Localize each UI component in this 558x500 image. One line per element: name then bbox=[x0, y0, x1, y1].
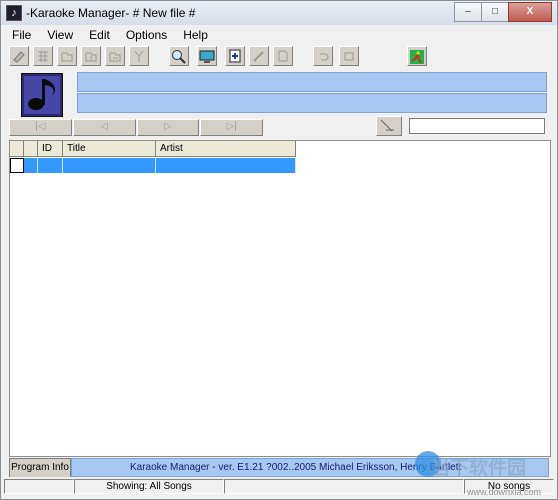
music-note-icon bbox=[22, 74, 62, 116]
row-spacer-cell[interactable] bbox=[24, 158, 38, 173]
title-bar: ♪ -Karaoke Manager- # New file # – □ X bbox=[1, 1, 557, 25]
close-button[interactable]: X bbox=[508, 2, 552, 22]
program-info-tab[interactable]: Program Info bbox=[9, 458, 71, 477]
watermark-url: www.downxia.com bbox=[467, 487, 542, 497]
status-panel-empty bbox=[4, 479, 74, 494]
header-indicator-column bbox=[10, 141, 24, 157]
menu-options[interactable]: Options bbox=[118, 26, 175, 44]
row-id-cell[interactable] bbox=[38, 158, 63, 173]
header-id[interactable]: ID bbox=[38, 141, 63, 157]
toolbar-add-page-icon[interactable] bbox=[225, 46, 245, 66]
toolbar-fork-icon[interactable] bbox=[129, 46, 149, 66]
menu-help[interactable]: Help bbox=[175, 26, 216, 44]
window-title: -Karaoke Manager- # New file # bbox=[26, 6, 196, 20]
status-showing: Showing: All Songs bbox=[74, 479, 224, 494]
toolbar bbox=[9, 46, 429, 68]
table-row[interactable] bbox=[10, 158, 296, 173]
toolbar-page-icon[interactable] bbox=[273, 46, 293, 66]
toolbar-search-icon[interactable] bbox=[169, 46, 189, 66]
filter-button[interactable] bbox=[376, 116, 402, 136]
toolbar-edit-icon[interactable] bbox=[9, 46, 29, 66]
toolbar-grid-icon[interactable] bbox=[33, 46, 53, 66]
row-indicator-cell[interactable] bbox=[10, 158, 24, 173]
row-artist-cell[interactable] bbox=[156, 158, 296, 173]
header-artist[interactable]: Artist bbox=[156, 141, 296, 157]
row-title-cell[interactable] bbox=[63, 158, 156, 173]
menu-file[interactable]: File bbox=[4, 26, 39, 44]
header-spacer-column bbox=[24, 141, 38, 157]
toolbar-folder-icon[interactable] bbox=[57, 46, 77, 66]
navigation-bar: |◁ ◁ ▷ ▷| bbox=[9, 119, 264, 136]
nav-previous-button[interactable]: ◁ bbox=[72, 119, 136, 136]
song-table[interactable]: ID Title Artist bbox=[9, 140, 551, 457]
toolbar-refresh-icon[interactable] bbox=[339, 46, 359, 66]
song-info-row-1 bbox=[77, 72, 547, 92]
toolbar-undo-icon[interactable] bbox=[313, 46, 333, 66]
toolbar-folder-export-icon[interactable] bbox=[105, 46, 125, 66]
filter-icon bbox=[380, 119, 394, 132]
watermark-text: 当下软件园 bbox=[431, 458, 527, 479]
table-header: ID Title Artist bbox=[10, 141, 296, 158]
toolbar-pen-icon[interactable] bbox=[249, 46, 269, 66]
toolbar-monitor-icon[interactable] bbox=[197, 46, 217, 66]
main-window: ♪ -Karaoke Manager- # New file # – □ X F… bbox=[0, 0, 558, 500]
header-title[interactable]: Title bbox=[63, 141, 156, 157]
toolbar-folder-up-icon[interactable] bbox=[81, 46, 101, 66]
menu-edit[interactable]: Edit bbox=[81, 26, 118, 44]
filter-input[interactable] bbox=[409, 118, 545, 134]
nav-last-button[interactable]: ▷| bbox=[200, 119, 263, 136]
song-cover-image bbox=[21, 73, 63, 117]
toolbar-run-icon[interactable] bbox=[407, 46, 427, 66]
music-note-app-icon: ♪ bbox=[6, 5, 22, 21]
song-info-row-2 bbox=[77, 93, 547, 113]
status-panel-middle bbox=[224, 479, 464, 494]
nav-first-button[interactable]: |◁ bbox=[9, 119, 72, 136]
song-info-panel bbox=[77, 72, 547, 114]
nav-next-button[interactable]: ▷ bbox=[136, 119, 200, 136]
menu-bar: File View Edit Options Help bbox=[4, 26, 216, 44]
minimize-button[interactable]: – bbox=[454, 2, 482, 22]
menu-view[interactable]: View bbox=[39, 26, 81, 44]
maximize-button[interactable]: □ bbox=[481, 2, 509, 22]
